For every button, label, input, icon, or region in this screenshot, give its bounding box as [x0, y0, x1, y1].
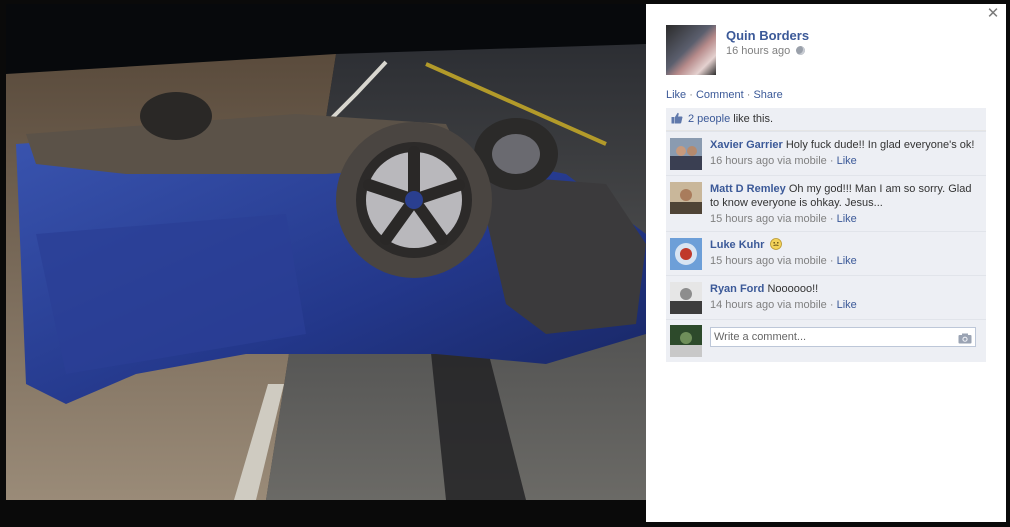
likes-suffix: like this. [730, 113, 774, 125]
like-link[interactable]: Like [666, 89, 686, 101]
thumbs-up-icon [671, 112, 683, 124]
comment-like-link[interactable]: Like [837, 213, 857, 225]
post-actions: Like · Comment · Share [666, 89, 783, 101]
author-name-link[interactable]: Quin Borders [726, 28, 809, 43]
share-link[interactable]: Share [753, 89, 782, 101]
comment-item: Xavier Garrier Holy fuck dude!! In glad … [666, 131, 986, 175]
feedback-box: 2 people like this. Xavier Garrier Holy … [666, 108, 986, 362]
comment-input[interactable] [710, 327, 976, 347]
commenter-avatar[interactable] [670, 282, 702, 314]
commenter-name[interactable]: Matt D Remley [710, 183, 786, 195]
comment-text: Holy fuck dude!! In glad everyone's ok! [785, 139, 975, 151]
comment-like-link[interactable]: Like [837, 299, 857, 311]
separator: · [826, 255, 837, 267]
comment-composer [666, 319, 986, 362]
separator: · [826, 213, 837, 225]
commenter-name[interactable]: Ryan Ford [710, 283, 764, 295]
comment-time: 15 hours ago via mobile [710, 213, 827, 225]
separator: · [686, 89, 696, 101]
comment-like-link[interactable]: Like [837, 155, 857, 167]
comment-text: Noooooo!! [767, 283, 819, 295]
comment-item: Matt D Remley Oh my god!!! Man I am so s… [666, 175, 986, 231]
comment-like-link[interactable]: Like [837, 255, 857, 267]
camera-icon[interactable] [958, 333, 972, 344]
close-icon[interactable]: ✕ [986, 6, 1000, 21]
author-avatar[interactable] [666, 25, 716, 75]
likers-link[interactable]: 2 people [688, 113, 730, 125]
globe-icon [796, 46, 806, 55]
comment-time: 14 hours ago via mobile [710, 299, 827, 311]
post-side-panel: ✕ Quin Borders 16 hours ago Like · Comme… [646, 4, 1006, 522]
commenter-name[interactable]: Luke Kuhr [710, 239, 764, 251]
commenter-avatar[interactable] [670, 238, 702, 270]
separator: · [743, 89, 754, 101]
commenter-avatar[interactable] [670, 138, 702, 170]
comment-item: Luke Kuhr 15 hours ago via mobile · Like [666, 231, 986, 275]
photo-stage[interactable] [6, 4, 646, 500]
comment-time: 15 hours ago via mobile [710, 255, 827, 267]
crash-photo [6, 4, 646, 500]
likes-summary: 2 people like this. [666, 108, 986, 131]
smile-icon [770, 238, 783, 250]
separator: · [826, 155, 837, 167]
post-time-text[interactable]: 16 hours ago [726, 45, 790, 57]
comment-link[interactable]: Comment [696, 89, 744, 101]
commenter-avatar[interactable] [670, 182, 702, 214]
viewer-avatar [670, 325, 702, 357]
commenter-name[interactable]: Xavier Garrier [710, 139, 783, 151]
comment-item: Ryan Ford Noooooo!! 14 hours ago via mob… [666, 275, 986, 319]
separator: · [826, 299, 837, 311]
comment-time: 16 hours ago via mobile [710, 155, 827, 167]
post-timestamp: 16 hours ago [726, 45, 806, 57]
